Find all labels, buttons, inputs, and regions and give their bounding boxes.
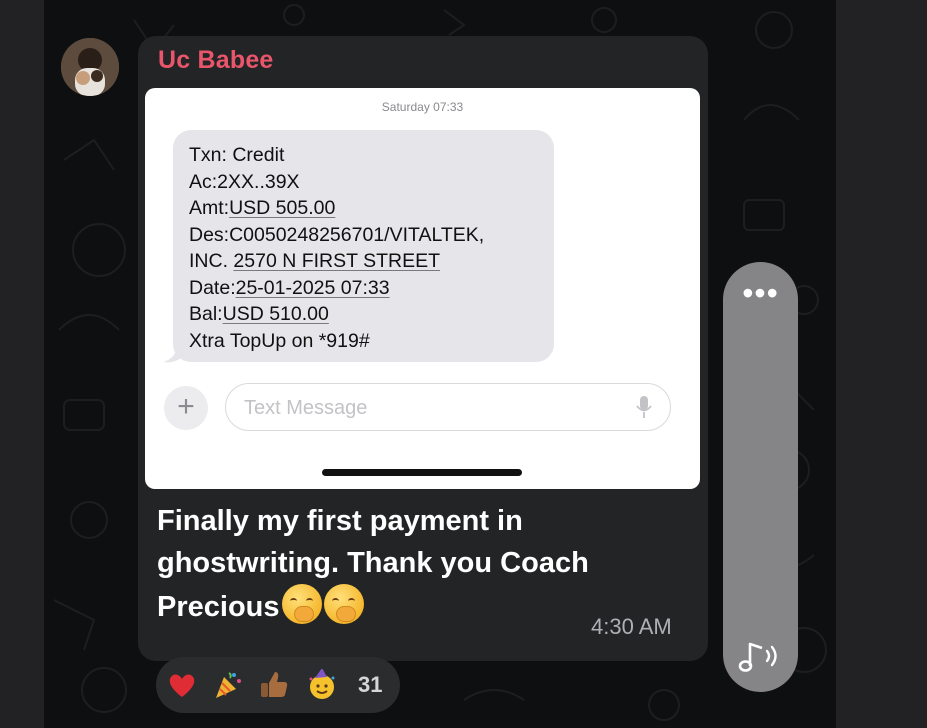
hand-over-mouth-emoji-icon [323,584,364,624]
text-message-input [242,393,626,423]
caption-line: Precious [157,591,280,623]
message-caption: Finally my first payment in ghostwriting… [157,500,677,584]
red-heart-icon[interactable] [166,669,198,701]
sender-name[interactable]: Uc Babee [158,46,274,75]
music-note-sound-icon[interactable] [736,636,786,676]
sms-amount: USD 505.00 [229,197,336,219]
right-margin [836,0,927,728]
sms-address: 2570 N FIRST STREET [233,250,441,272]
more-options-icon[interactable]: ••• [738,277,783,309]
plus-icon: + [164,386,208,430]
sms-balance: USD 510.00 [222,303,329,325]
sms-date: 25-01-2025 07:33 [235,276,390,299]
media-controls[interactable]: ••• [723,262,798,692]
microphone-icon [636,396,652,418]
sms-screenshot-image[interactable]: Saturday 07:33 Txn: Credit Ac:2XX..39X A… [145,88,700,489]
left-margin [0,0,44,728]
party-popper-icon[interactable] [212,669,244,701]
sms-line: Xtra TopUp on *919# [189,329,370,352]
sms-line: Date:25-01-2025 07:33 [189,276,390,299]
caption-line-3: Precious [157,584,364,628]
sms-text: Txn: Credit Ac:2XX..39X Amt:USD 505.00 D… [189,142,484,354]
avatar-photo [61,38,119,96]
home-indicator [322,469,522,476]
reaction-count: 31 [358,672,383,697]
partying-face-icon[interactable] [306,669,338,701]
sms-line: Bal:USD 510.00 [189,303,329,325]
sms-line: Amt:USD 505.00 [189,197,336,219]
sms-timestamp: Saturday 07:33 [381,100,464,114]
text-message-field [225,383,671,431]
hand-over-mouth-emoji-icon [281,584,322,624]
sms-line: Ac:2XX..39X [189,170,300,193]
sms-line: Des:C0050248256701/VITALTEK, [189,223,485,246]
caption-line: Finally my first payment in [157,505,523,537]
sms-line: Txn: Credit [189,144,285,166]
sms-bubble: Txn: Credit Ac:2XX..39X Amt:USD 505.00 D… [173,130,554,362]
thumbs-up-icon[interactable] [258,669,290,701]
caption-line: ghostwriting. Thank you Coach [157,547,589,579]
sender-avatar[interactable] [61,38,119,96]
reactions-bar[interactable]: 31 [156,657,400,713]
sms-line: INC. 2570 N FIRST STREET [189,250,441,272]
message-time: 4:30 AM [591,614,672,639]
